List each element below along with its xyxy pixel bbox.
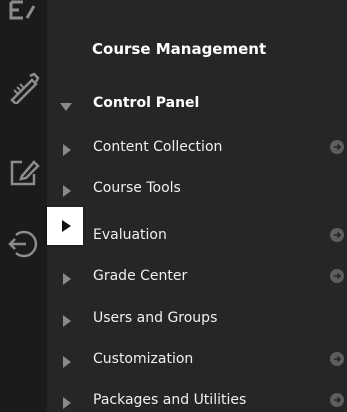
exit-icon[interactable] [8, 228, 40, 260]
tree-item-label: Users and Groups [93, 310, 218, 326]
caret-right-icon [62, 312, 72, 327]
tree-item-label: Course Tools [93, 180, 181, 196]
tree-item-users-and-groups[interactable]: Users and Groups [47, 299, 347, 337]
tree-item-label: Packages and Utilities [93, 392, 247, 408]
arrow-right-circle-icon[interactable] [330, 228, 344, 242]
caret-right-icon [62, 353, 72, 368]
panel-title: Course Management [92, 40, 267, 58]
tree-item-label: Control Panel [93, 95, 200, 111]
arrow-right-circle-icon[interactable] [330, 269, 344, 283]
edit-box-icon[interactable] [8, 156, 40, 188]
caret-right-icon [62, 270, 72, 285]
tree-item-label: Customization [93, 351, 194, 367]
tree-item-label: Content Collection [93, 139, 223, 155]
tree-item-label: Grade Center [93, 268, 188, 284]
tree-item-grade-center[interactable]: Grade Center [47, 257, 347, 295]
arrow-right-circle-icon[interactable] [330, 393, 344, 407]
caret-right-icon [62, 141, 72, 156]
edit-icon[interactable] [8, 0, 40, 32]
arrow-right-circle-icon[interactable] [330, 140, 344, 154]
play-right-icon [62, 220, 71, 232]
tree-item-content-collection[interactable]: Content Collection [47, 128, 347, 166]
tree-item-customization[interactable]: Customization [47, 340, 347, 378]
tree-item-evaluation[interactable]: Evaluation [47, 216, 347, 254]
caret-right-icon [62, 182, 72, 197]
tree-item-course-tools[interactable]: Course Tools [47, 169, 347, 207]
tree-item-label: Evaluation [93, 227, 167, 243]
course-management-panel: Course Management Control Panel Content … [47, 0, 347, 412]
panel-toggle-button[interactable] [47, 207, 83, 245]
caret-right-icon [62, 394, 72, 409]
pencil-ruler-icon[interactable] [8, 72, 40, 106]
tree-item-control-panel[interactable]: Control Panel [47, 84, 347, 122]
left-icon-rail [0, 0, 47, 412]
arrow-right-circle-icon[interactable] [330, 352, 344, 366]
tree-item-packages-and-utilities[interactable]: Packages and Utilities [47, 381, 347, 412]
caret-down-icon [60, 97, 72, 111]
